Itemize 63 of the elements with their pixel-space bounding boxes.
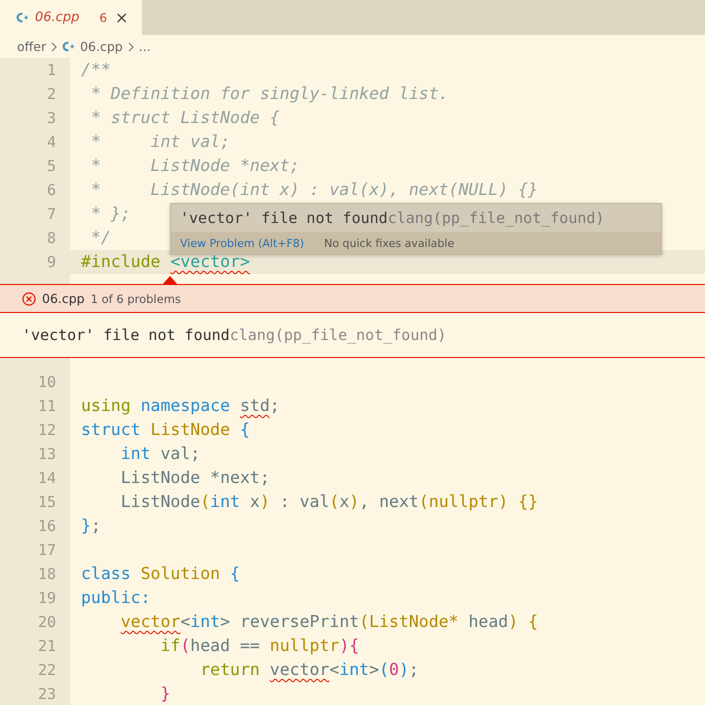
breadcrumb-item[interactable]: ... <box>138 39 151 54</box>
line-number: 3 <box>46 109 56 127</box>
code-line: vector<int> reversePrint(ListNode* head) { <box>120 611 538 633</box>
line-number: 18 <box>36 565 56 583</box>
line-number: 5 <box>46 157 56 175</box>
line-number: 7 <box>46 205 56 223</box>
close-icon[interactable]: × <box>114 8 128 27</box>
line-number: 4 <box>46 133 56 151</box>
code-line: }; <box>81 515 101 537</box>
error-source: clang(pp_file_not_found) <box>230 326 446 344</box>
code-line: #include <vector> <box>81 251 250 273</box>
code-line: * Definition for singly-linked list. <box>90 83 449 105</box>
line-number: 1 <box>46 61 56 79</box>
line-number: 15 <box>36 493 56 511</box>
line-number: 19 <box>36 589 56 607</box>
line-number: 13 <box>36 445 56 463</box>
code-line: * int val; <box>90 131 230 153</box>
line-number: 20 <box>36 613 56 631</box>
code-line: struct ListNode { <box>81 419 250 441</box>
problem-position: 1 of 6 problems <box>90 292 181 306</box>
code-line: int val; <box>120 443 200 465</box>
error-message: 'vector' file not found <box>180 209 388 227</box>
line-number: 11 <box>36 397 56 415</box>
line-number: 17 <box>36 541 56 559</box>
chevron-icon <box>51 42 58 52</box>
line-number: 9 <box>46 253 56 271</box>
cpp-file-icon <box>62 41 76 52</box>
code-line: * }; <box>90 203 131 225</box>
peek-file-name: 06.cpp <box>42 291 85 306</box>
code-line: } <box>159 683 170 705</box>
code-line: */ <box>90 227 111 249</box>
line-number: 2 <box>46 85 56 103</box>
code-line: * struct ListNode { <box>90 107 280 129</box>
code-line: using namespace std; <box>81 395 280 417</box>
cpp-file-icon <box>16 12 29 23</box>
code-line: * ListNode *next; <box>90 155 300 177</box>
error-source: clang(pp_file_not_found) <box>388 209 604 227</box>
code-line: ListNode *next; <box>120 467 270 489</box>
quick-fix-note: No quick fixes available <box>324 236 454 250</box>
view-problem-link[interactable]: View Problem (Alt+F8) <box>180 236 304 250</box>
code-line: * ListNode(int x) : val(x), next(NULL) {} <box>90 179 538 201</box>
code-line: class Solution { <box>81 563 240 585</box>
code-line: /** <box>81 59 111 81</box>
code-line: if(head == nullptr){ <box>159 635 360 657</box>
code-line: public: <box>81 587 151 609</box>
breadcrumb-item[interactable]: offer <box>17 39 46 54</box>
error-icon <box>22 292 36 306</box>
line-number: 8 <box>46 229 56 247</box>
line-number: 6 <box>46 181 56 199</box>
line-number: 23 <box>36 685 56 703</box>
code-line: return vector<int>(0); <box>199 659 419 681</box>
line-number: 10 <box>36 373 56 391</box>
problem-count: 6 <box>99 10 107 24</box>
line-number: 12 <box>36 421 56 439</box>
code-line: ListNode(int x) : val(x), next(nullptr) {} <box>120 491 538 513</box>
line-number: 16 <box>36 517 56 535</box>
chevron-icon <box>128 42 134 52</box>
line-number: 21 <box>36 637 56 655</box>
breadcrumb-item[interactable]: 06.cpp <box>80 39 123 54</box>
editor-tab[interactable]: 06.cpp 6 × <box>0 0 142 35</box>
line-number: 22 <box>36 661 56 679</box>
error-message: 'vector' file not found <box>22 326 230 344</box>
line-number: 14 <box>36 469 56 487</box>
